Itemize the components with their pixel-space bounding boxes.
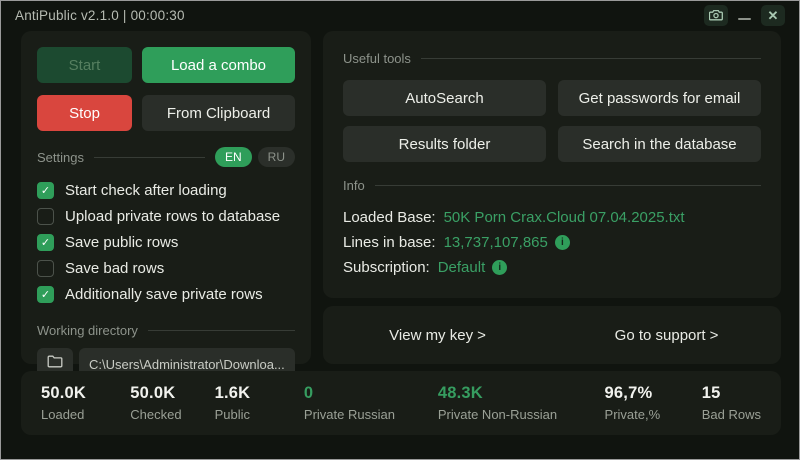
settings-header: Settings EN RU <box>37 147 295 167</box>
checkbox-upload-private-rows[interactable]: ✓ Upload private rows to database <box>37 203 295 229</box>
link-label: Go to support <box>615 327 706 344</box>
info-row-label: Subscription: <box>343 259 430 276</box>
camera-icon <box>709 9 723 21</box>
working-directory-label: Working directory <box>37 323 138 338</box>
screenshot-button[interactable] <box>704 5 728 26</box>
stat-value: 50.0K <box>41 384 130 403</box>
results-folder-button[interactable]: Results folder <box>343 126 546 162</box>
stat-label: Checked <box>130 407 214 422</box>
autosearch-button[interactable]: AutoSearch <box>343 80 546 116</box>
window-title: AntiPublic v2.1.0 | 00:00:30 <box>15 8 185 23</box>
info-row-subscription: Subscription: Default i <box>343 255 761 280</box>
stat-loaded: 50.0K Loaded <box>41 384 130 422</box>
go-to-support-link[interactable]: Go to support> <box>552 327 781 344</box>
divider <box>421 58 761 59</box>
loaded-base-value: 50K Porn Crax.Cloud 07.04.2025.txt <box>444 209 685 226</box>
divider <box>148 330 295 331</box>
lang-en-button[interactable]: EN <box>215 147 252 167</box>
info-header: Info <box>343 178 761 193</box>
info-icon[interactable]: i <box>492 260 507 275</box>
checkbox-icon: ✓ <box>37 182 54 199</box>
info-icon[interactable]: i <box>555 235 570 250</box>
stat-checked: 50.0K Checked <box>130 384 214 422</box>
load-combo-button[interactable]: Load a combo <box>142 47 295 83</box>
checkbox-label: Save bad rows <box>65 260 164 277</box>
stat-value: 50.0K <box>130 384 214 403</box>
checkbox-additionally-save-private-rows[interactable]: ✓ Additionally save private rows <box>37 281 295 307</box>
stat-label: Private,% <box>605 407 702 422</box>
stat-label: Private Russian <box>304 407 438 422</box>
stop-button[interactable]: Stop <box>37 95 132 131</box>
stat-value: 0 <box>304 384 438 403</box>
info-row-label: Loaded Base: <box>343 209 436 226</box>
stat-label: Bad Rows <box>702 407 761 422</box>
checkbox-start-check-after-loading[interactable]: ✓ Start check after loading <box>37 177 295 203</box>
checkbox-label: Upload private rows to database <box>65 208 280 225</box>
checkbox-icon: ✓ <box>37 260 54 277</box>
info-rows: Loaded Base: 50K Porn Crax.Cloud 07.04.2… <box>343 205 761 280</box>
stat-label: Private Non-Russian <box>438 407 605 422</box>
checkbox-label: Additionally save private rows <box>65 286 263 303</box>
start-button[interactable]: Start <box>37 47 132 83</box>
useful-tools-buttons: AutoSearch Get passwords for email Resul… <box>343 80 761 162</box>
stat-label: Public <box>215 407 304 422</box>
control-panel: Start Load a combo Stop From Clipboard S… <box>21 31 311 364</box>
view-my-key-link[interactable]: View my key> <box>323 327 552 344</box>
search-in-database-button[interactable]: Search in the database <box>558 126 761 162</box>
divider <box>375 185 761 186</box>
window-controls: ✕ <box>704 5 785 26</box>
stat-value: 1.6K <box>215 384 304 403</box>
useful-tools-label: Useful tools <box>343 51 411 66</box>
stat-value: 15 <box>702 384 761 403</box>
checkbox-save-bad-rows[interactable]: ✓ Save bad rows <box>37 255 295 281</box>
action-buttons: Start Load a combo Stop From Clipboard <box>37 47 295 131</box>
link-label: View my key <box>389 327 473 344</box>
stat-value: 48.3K <box>438 384 605 403</box>
settings-label: Settings <box>37 150 84 165</box>
stat-public: 1.6K Public <box>215 384 304 422</box>
checkbox-label: Save public rows <box>65 234 178 251</box>
stat-value: 96,7% <box>605 384 702 403</box>
settings-checkboxes: ✓ Start check after loading ✓ Upload pri… <box>37 177 295 307</box>
info-row-label: Lines in base: <box>343 234 436 251</box>
info-row-loaded-base: Loaded Base: 50K Porn Crax.Cloud 07.04.2… <box>343 205 761 230</box>
lines-in-base-value: 13,737,107,865 <box>444 234 548 251</box>
get-passwords-for-email-button[interactable]: Get passwords for email <box>558 80 761 116</box>
checkbox-icon: ✓ <box>37 208 54 225</box>
close-icon: ✕ <box>768 9 779 22</box>
subscription-value: Default <box>438 259 486 276</box>
stat-bad-rows: 15 Bad Rows <box>702 384 761 422</box>
titlebar: AntiPublic v2.1.0 | 00:00:30 ✕ <box>1 1 799 29</box>
checkbox-icon: ✓ <box>37 234 54 251</box>
app-window: AntiPublic v2.1.0 | 00:00:30 ✕ Start L <box>0 0 800 460</box>
info-row-lines-in-base: Lines in base: 13,737,107,865 i <box>343 230 761 255</box>
stats-bar: 50.0K Loaded 50.0K Checked 1.6K Public 0… <box>21 371 781 435</box>
useful-tools-header: Useful tools <box>343 51 761 66</box>
chevron-right-icon: > <box>710 327 719 344</box>
stat-private-non-russian: 48.3K Private Non-Russian <box>438 384 605 422</box>
language-toggle: EN RU <box>215 147 295 167</box>
divider <box>94 157 205 158</box>
stat-private-percent: 96,7% Private,% <box>605 384 702 422</box>
checkbox-icon: ✓ <box>37 286 54 303</box>
info-label: Info <box>343 178 365 193</box>
links-panel: View my key> Go to support> <box>323 306 781 364</box>
close-button[interactable]: ✕ <box>761 5 785 26</box>
lang-ru-button[interactable]: RU <box>258 147 295 167</box>
stat-label: Loaded <box>41 407 130 422</box>
stat-private-russian: 0 Private Russian <box>304 384 438 422</box>
tools-info-panel: Useful tools AutoSearch Get passwords fo… <box>323 31 781 298</box>
minimize-button[interactable] <box>738 10 751 20</box>
chevron-right-icon: > <box>477 327 486 344</box>
checkbox-save-public-rows[interactable]: ✓ Save public rows <box>37 229 295 255</box>
checkbox-label: Start check after loading <box>65 182 227 199</box>
working-directory-header: Working directory <box>37 323 295 338</box>
minimize-icon <box>738 18 751 20</box>
from-clipboard-button[interactable]: From Clipboard <box>142 95 295 131</box>
